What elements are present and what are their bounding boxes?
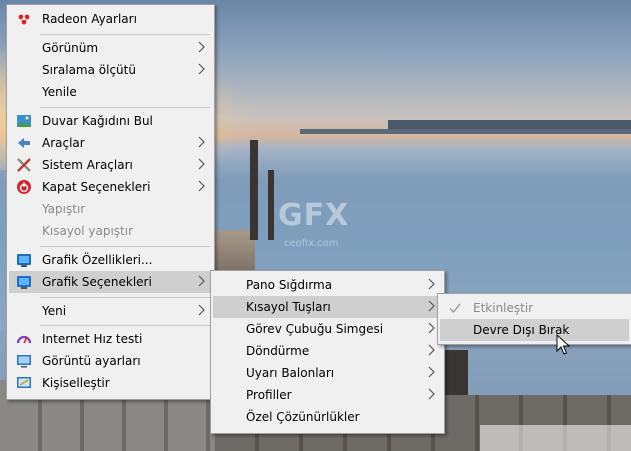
menu-item-label: Kapat Seçenekleri (42, 180, 151, 194)
pier-post (268, 170, 274, 240)
menu-item-label: Profiller (246, 388, 292, 402)
pier-post (250, 140, 258, 240)
chevron-right-icon (428, 322, 435, 334)
pier (215, 230, 255, 275)
submenu-item-taskbar-icon[interactable]: Görev Çubuğu Simgesi (213, 318, 442, 340)
graphics-options-submenu: Pano Sığdırma Kısayol Tuşları Görev Çubu… (210, 270, 445, 434)
menu-separator (40, 325, 210, 326)
submenu-item-custom-resolutions[interactable]: Özel Çözünürlükler (213, 406, 442, 428)
monitor-icon (17, 355, 31, 368)
menu-item-shutdown-options[interactable]: Kapat Seçenekleri (9, 176, 212, 198)
menu-item-tools[interactable]: Araçlar (9, 132, 212, 154)
watermark-subtext: ceofix.com (284, 238, 339, 249)
menu-separator (40, 297, 210, 298)
watermark-text: GFX (278, 198, 350, 233)
distant-shore-line (300, 129, 631, 134)
submenu-item-panel-fit[interactable]: Pano Sığdırma (213, 274, 442, 296)
chevron-right-icon (198, 275, 205, 287)
menu-item-view[interactable]: Görünüm (9, 37, 212, 59)
menu-item-label: Internet Hız testi (42, 332, 143, 346)
menu-item-graphics-properties[interactable]: Grafik Özellikleri... (9, 249, 212, 271)
chevron-right-icon (428, 366, 435, 378)
menu-item-label: Kısayol Tuşları (246, 300, 331, 314)
menu-item-label: Grafik Seçenekleri (42, 275, 152, 289)
menu-item-label: Devre Dışı Bırak (473, 323, 570, 337)
menu-item-label: Yapıştır (42, 202, 86, 216)
radeon-icon (18, 14, 30, 25)
menu-item-system-tools[interactable]: Sistem Araçları (9, 154, 212, 176)
menu-item-label: Yeni (42, 304, 67, 318)
menu-item-refresh[interactable]: Yenile (9, 81, 212, 103)
personalize-icon (17, 377, 31, 388)
water-foam (480, 425, 631, 451)
menu-item-label: Özel Çözünürlükler (246, 410, 360, 424)
wallpaper-icon (17, 115, 31, 127)
chevron-right-icon (428, 278, 435, 290)
watermark-logo: GFX ceofix.com (278, 198, 358, 258)
menu-item-label: Etkinleştir (473, 301, 534, 315)
menu-separator (40, 107, 210, 108)
menu-item-graphics-options[interactable]: Grafik Seçenekleri (9, 271, 212, 293)
menu-item-label: Araçlar (42, 136, 85, 150)
menu-item-label: Pano Sığdırma (246, 278, 333, 292)
menu-item-label: Radeon Ayarları (42, 12, 137, 26)
submenu-item-profiles[interactable]: Profiller (213, 384, 442, 406)
menu-item-label: Uyarı Balonları (246, 366, 335, 380)
chevron-right-icon (198, 41, 205, 53)
submenu-item-hotkeys[interactable]: Kısayol Tuşları (213, 296, 442, 318)
menu-item-sort-by[interactable]: Sıralama ölçütü (9, 59, 212, 81)
hotkeys-submenu: Etkinleştir Devre Dışı Bırak (437, 293, 631, 345)
menu-item-label: Sistem Araçları (42, 158, 133, 172)
menu-item-paste-shortcut: Kısayol yapıştır (9, 220, 212, 242)
wrench-screwdriver-icon (17, 158, 31, 172)
power-icon (17, 180, 31, 194)
chevron-right-icon (198, 180, 205, 192)
menu-item-label: Görüntü ayarları (42, 354, 141, 368)
chevron-right-icon (428, 300, 435, 312)
checkmark-icon (449, 303, 461, 314)
menu-item-label: Kişiselleştir (42, 376, 110, 390)
submenu-item-disable[interactable]: Devre Dışı Bırak (440, 319, 629, 341)
menu-item-internet-speed-test[interactable]: Internet Hız testi (9, 328, 212, 350)
intel-graphics-icon (17, 254, 31, 267)
chevron-right-icon (198, 63, 205, 75)
submenu-item-balloons[interactable]: Uyarı Balonları (213, 362, 442, 384)
menu-item-label: Yenile (42, 85, 77, 99)
menu-item-label: Kısayol yapıştır (42, 224, 134, 238)
menu-item-display-settings[interactable]: Görüntü ayarları (9, 350, 212, 372)
chevron-right-icon (198, 136, 205, 148)
chevron-right-icon (198, 304, 205, 316)
desktop-context-menu: Radeon Ayarları Görünüm Sıralama ölçütü … (6, 4, 215, 400)
submenu-item-rotation[interactable]: Döndürme (213, 340, 442, 362)
mouse-cursor-icon (556, 334, 570, 355)
menu-item-label: Grafik Özellikleri... (42, 253, 153, 267)
menu-item-new[interactable]: Yeni (9, 300, 212, 322)
chevron-right-icon (428, 388, 435, 400)
menu-separator (40, 34, 210, 35)
menu-item-personalize[interactable]: Kişiselleştir (9, 372, 212, 394)
menu-separator (40, 246, 210, 247)
chevron-right-icon (198, 158, 205, 170)
chevron-right-icon (428, 344, 435, 356)
menu-item-label: Duvar Kağıdını Bul (42, 114, 153, 128)
speedometer-icon (16, 335, 32, 344)
menu-item-find-wallpaper[interactable]: Duvar Kağıdını Bul (9, 110, 212, 132)
menu-item-paste: Yapıştır (9, 198, 212, 220)
menu-item-radeon-settings[interactable]: Radeon Ayarları (9, 8, 212, 30)
intel-graphics-icon (17, 276, 31, 289)
tools-icon (18, 138, 30, 148)
menu-item-label: Sıralama ölçütü (42, 63, 136, 77)
submenu-item-enable[interactable]: Etkinleştir (440, 297, 629, 319)
menu-item-label: Görev Çubuğu Simgesi (246, 322, 384, 336)
menu-item-label: Görünüm (42, 41, 99, 55)
menu-item-label: Döndürme (246, 344, 310, 358)
